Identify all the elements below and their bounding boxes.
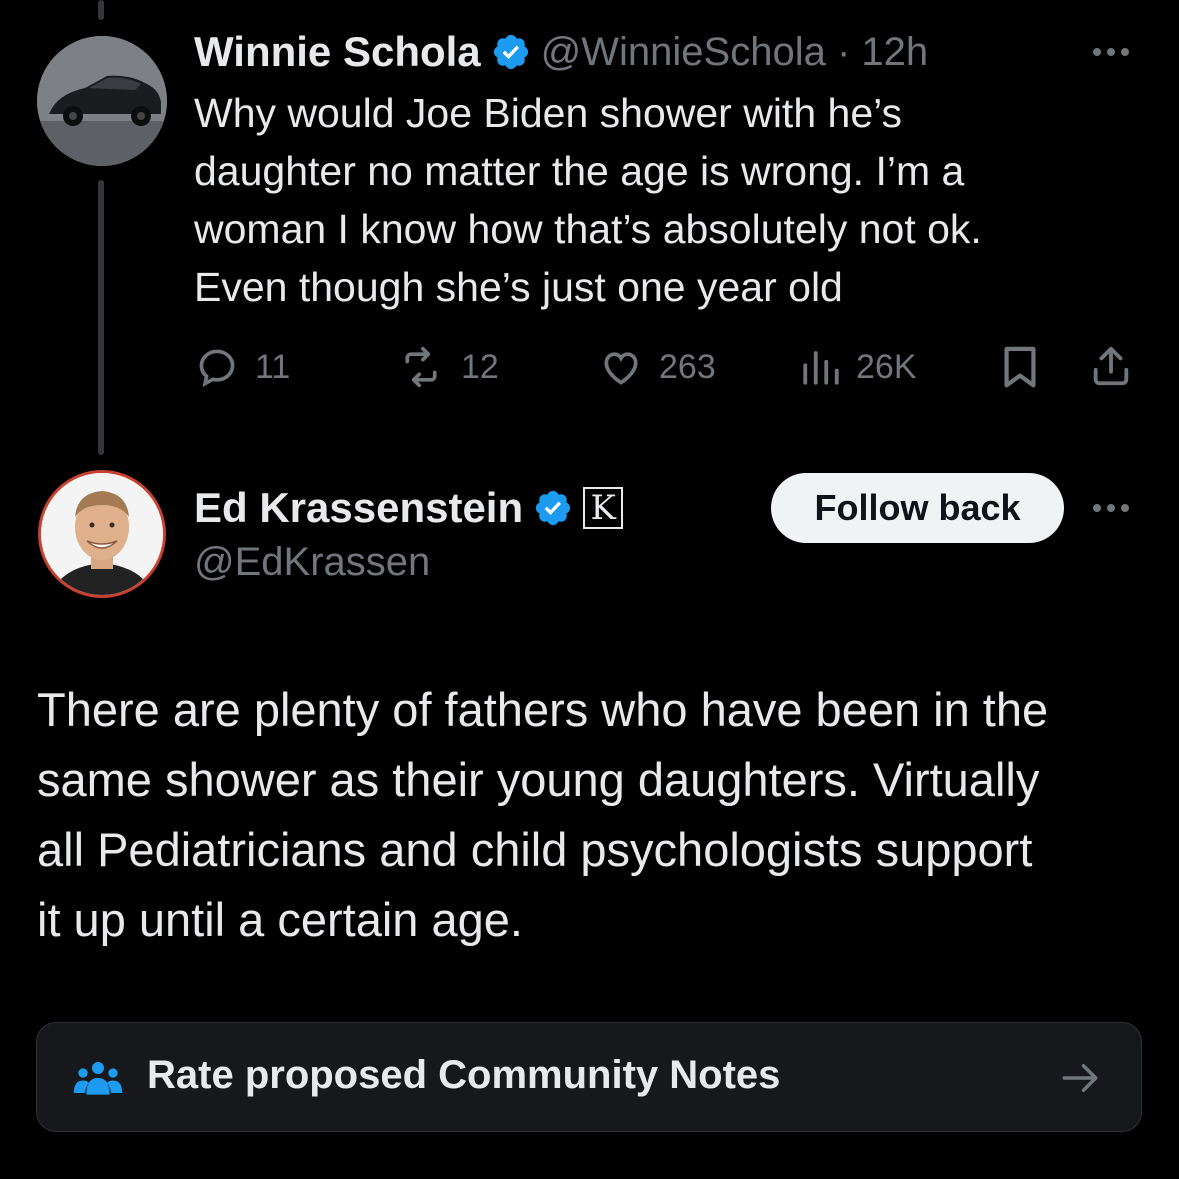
views-button[interactable]: 26K [800,345,917,389]
more-icon[interactable] [1093,48,1129,56]
tweet1-text: Why would Joe Biden shower with he’s dau… [194,84,1144,316]
like-button[interactable]: 263 [597,345,716,389]
thread-line [98,180,104,455]
repost-icon [405,346,437,388]
bookmark-button[interactable] [1000,345,1040,396]
thread-line-top [98,0,104,20]
tweet2-line: all Pediatricians and child psychologist… [37,823,1033,876]
profile-photo [41,473,163,595]
follow-back-button[interactable]: Follow back [771,473,1064,543]
verified-badge-icon [493,34,528,70]
tweet1-display-name[interactable]: Winnie Schola [194,28,481,76]
car-avatar-image [37,36,167,166]
share-icon [1093,346,1129,386]
tweet1-line: woman I know how that’s absolutely not o… [194,206,982,252]
more-icon[interactable] [1093,504,1129,512]
reply-icon [199,349,235,387]
tweet2-line: same shower as their young daughters. Vi… [37,753,1040,806]
tweet2-text: There are plenty of fathers who have bee… [37,675,1147,955]
tweet1-handle-time[interactable]: @WinnieSchola · 12h [541,30,928,75]
affiliate-badge-letter: K [590,488,616,528]
verified-badge-icon [536,490,571,526]
avatar-winnie[interactable] [37,36,167,166]
tweet2-handle[interactable]: @EdKrassen [194,540,430,585]
community-notes-card[interactable]: Rate proposed Community Notes [36,1022,1142,1132]
community-notes-label: Rate proposed Community Notes [147,1053,781,1097]
views-icon [803,351,839,385]
repost-button[interactable]: 12 [395,345,499,389]
like-icon [604,352,638,385]
reply-count: 11 [255,347,291,386]
tweet2-line: There are plenty of fathers who have bee… [37,683,1049,736]
like-count: 263 [659,347,716,386]
arrow-right-icon [1062,1064,1098,1092]
share-button[interactable] [1088,343,1134,394]
tweet1-line: Even though she’s just one year old [194,264,843,310]
repost-count: 12 [461,347,499,386]
people-icon [73,1062,123,1095]
reply-button[interactable]: 11 [193,345,290,389]
views-count: 26K [856,347,917,386]
tweet1-line: daughter no matter the age is wrong. I’m… [194,148,965,194]
affiliate-badge-icon: K [583,487,624,529]
tweet2-line: it up until a certain age. [37,893,523,946]
tweet1-line: Why would Joe Biden shower with he’s [194,90,902,136]
bookmark-icon [1004,346,1036,388]
avatar-ed[interactable] [38,470,166,598]
tweet2-display-name[interactable]: Ed Krassenstein [194,484,523,532]
